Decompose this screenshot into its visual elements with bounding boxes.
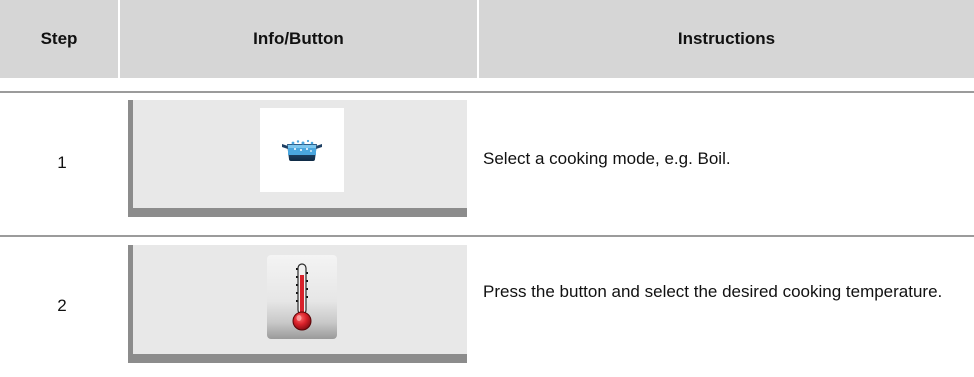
- step-number: 1: [57, 153, 67, 172]
- boil-mode-button[interactable]: [260, 108, 344, 192]
- instruction-text: Press the button and select the desired …: [483, 282, 943, 301]
- header-info-button: Info/Button: [120, 0, 477, 78]
- header-instructions: Instructions: [479, 0, 974, 78]
- info-panel: [128, 100, 467, 217]
- boil-pot-icon: [282, 139, 322, 161]
- panel-bottom-edge: [128, 208, 467, 217]
- panel-left-edge: [128, 100, 133, 217]
- header-step: Step: [0, 0, 118, 78]
- thermometer-icon: [292, 263, 312, 331]
- instruction-text: Select a cooking mode, e.g. Boil.: [483, 149, 731, 168]
- row-divider: [0, 235, 974, 237]
- row-divider: [0, 91, 974, 93]
- temperature-button[interactable]: [267, 255, 337, 339]
- info-panel: [128, 245, 467, 363]
- panel-bottom-edge: [128, 354, 467, 363]
- panel-left-edge: [128, 245, 133, 363]
- step-number: 2: [57, 296, 67, 315]
